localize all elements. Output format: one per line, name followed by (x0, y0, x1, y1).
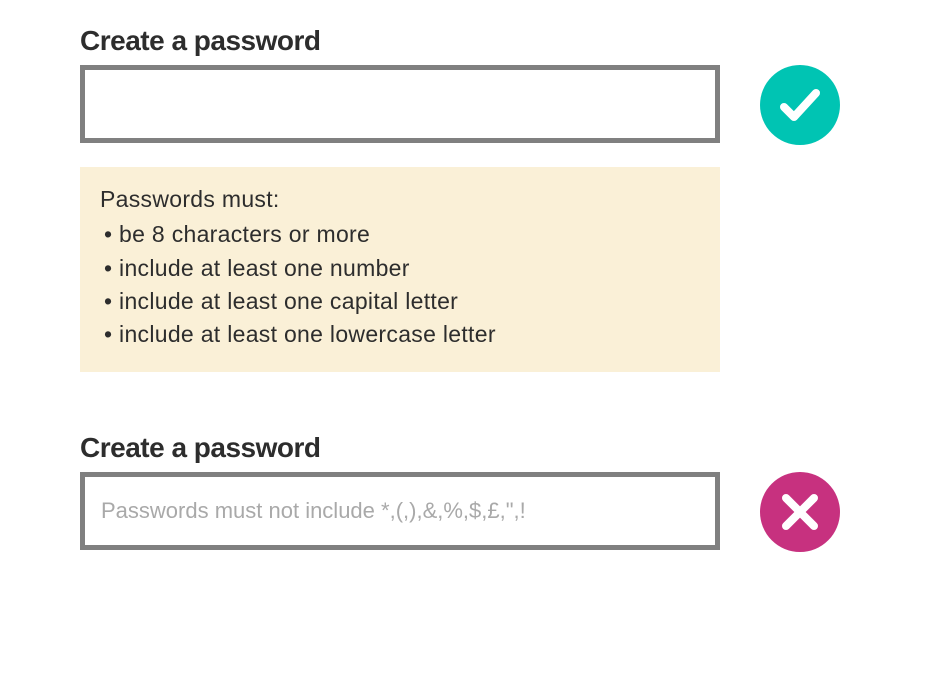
hint-item: • include at least one lowercase letter (100, 318, 700, 351)
hint-item: • be 8 characters or more (100, 218, 700, 251)
bad-form-area: Create a password (80, 432, 720, 550)
good-password-input[interactable] (80, 65, 720, 143)
bad-password-input[interactable] (80, 472, 720, 550)
bad-example: Create a password (80, 432, 860, 552)
good-example: Create a password Passwords must: • be 8… (80, 25, 860, 372)
good-form-area: Create a password Passwords must: • be 8… (80, 25, 720, 372)
password-hint-box: Passwords must: • be 8 characters or mor… (80, 167, 720, 372)
bad-password-label: Create a password (80, 432, 720, 464)
good-password-label: Create a password (80, 25, 720, 57)
hint-item: • include at least one capital letter (100, 285, 700, 318)
check-icon (760, 65, 840, 145)
cross-icon (760, 472, 840, 552)
password-hint-title: Passwords must: (100, 183, 700, 216)
hint-item: • include at least one number (100, 252, 700, 285)
